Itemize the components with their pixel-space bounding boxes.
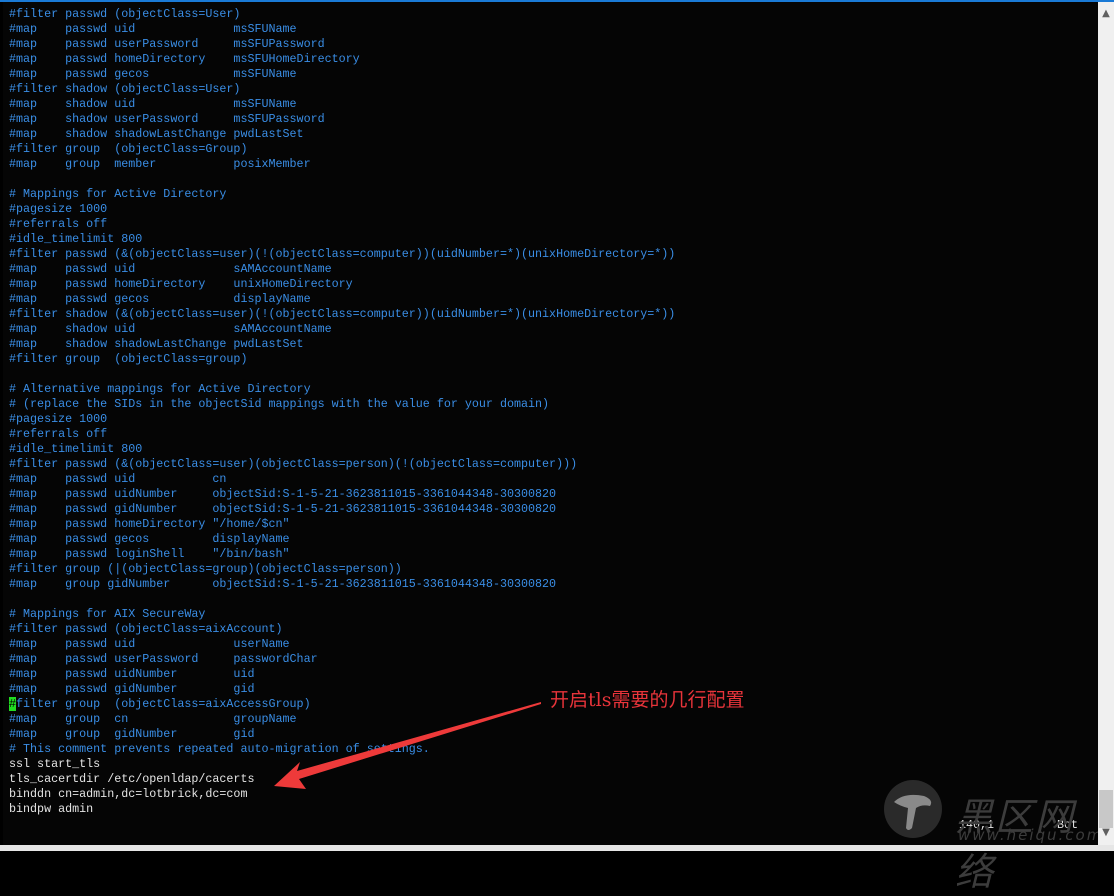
scrollbar-thumb[interactable] — [1099, 790, 1113, 828]
watermark-url: www.heiqu.com — [958, 826, 1104, 844]
annotation-text: 开启tls需要的几行配置 — [550, 689, 745, 711]
arrow-shape — [274, 702, 541, 789]
chevron-down-icon[interactable]: ▼ — [1098, 825, 1114, 841]
annotation-arrow — [274, 702, 541, 789]
watermark-logo-icon — [884, 780, 942, 838]
window-bottom-border — [0, 845, 1114, 851]
chevron-up-icon[interactable]: ▲ — [1098, 6, 1114, 22]
vertical-scrollbar[interactable]: ▲ ▼ — [1098, 2, 1114, 845]
